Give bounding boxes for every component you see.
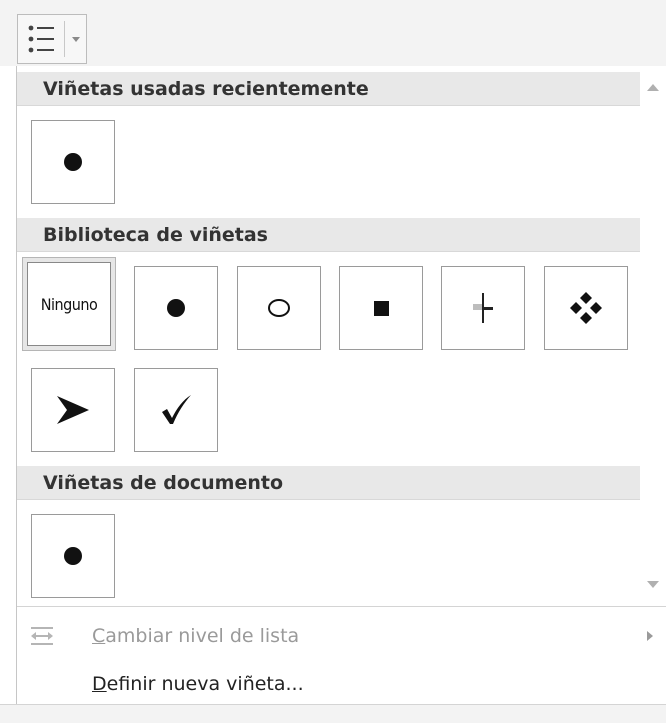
arrowhead-bullet-icon (57, 396, 89, 424)
library-bullet-filled-square[interactable] (339, 266, 423, 350)
chevron-down-icon (72, 37, 80, 42)
define-new-bullet-menu-item[interactable]: Definir nueva viñeta... (17, 662, 666, 706)
scroll-up-button[interactable] (640, 74, 666, 100)
gallery-scrollbar[interactable] (640, 66, 666, 606)
triangle-down-icon (647, 581, 659, 588)
change-list-level-label: Cambiar nivel de lista (92, 625, 300, 647)
ribbon-toolbar (0, 0, 666, 66)
checkmark-bullet-icon (162, 395, 191, 424)
section-header-recent: Viñetas usadas recientemente (17, 72, 641, 106)
menu-separator (17, 606, 666, 607)
library-bullet-hollow-circle[interactable] (237, 266, 321, 350)
bottom-resize-strip (0, 704, 666, 723)
define-new-bullet-label: Definir nueva viñeta... (92, 673, 304, 695)
bullets-dropdown-arrow[interactable] (65, 15, 87, 63)
change-list-level-menu-item[interactable]: Cambiar nivel de lista (17, 614, 666, 658)
triangle-up-icon (647, 84, 659, 91)
cross-bullet-icon (473, 293, 493, 323)
library-bullet-four-diamond[interactable] (544, 266, 628, 350)
library-bullet-checkmark[interactable] (134, 368, 218, 452)
hollow-circle-bullet-icon (268, 299, 290, 317)
filled-circle-bullet-icon (167, 299, 185, 317)
document-bullet-filled-circle[interactable] (31, 514, 115, 598)
indent-arrows-icon (31, 627, 53, 645)
filled-circle-bullet-icon (64, 153, 82, 171)
library-bullet-cross[interactable] (441, 266, 525, 350)
section-header-document: Viñetas de documento (17, 466, 641, 500)
filled-square-bullet-icon (373, 300, 389, 316)
library-bullet-none[interactable]: Ninguno (27, 262, 111, 346)
bullets-button[interactable] (18, 15, 64, 63)
recent-bullet-filled-circle[interactable] (31, 120, 115, 204)
library-bullet-filled-circle[interactable] (134, 266, 218, 350)
four-diamond-bullet-icon (570, 292, 602, 324)
bullet-library-dropdown: Viñetas usadas recientemente Biblioteca … (16, 66, 666, 722)
section-header-library: Biblioteca de viñetas (17, 218, 641, 252)
none-label: Ninguno (40, 294, 98, 314)
filled-circle-bullet-icon (64, 547, 82, 565)
scroll-down-button[interactable] (640, 572, 666, 598)
bulleted-list-icon (28, 25, 54, 53)
library-bullet-arrowhead[interactable] (31, 368, 115, 452)
bullets-split-button[interactable] (17, 14, 87, 64)
chevron-right-icon (647, 631, 653, 641)
